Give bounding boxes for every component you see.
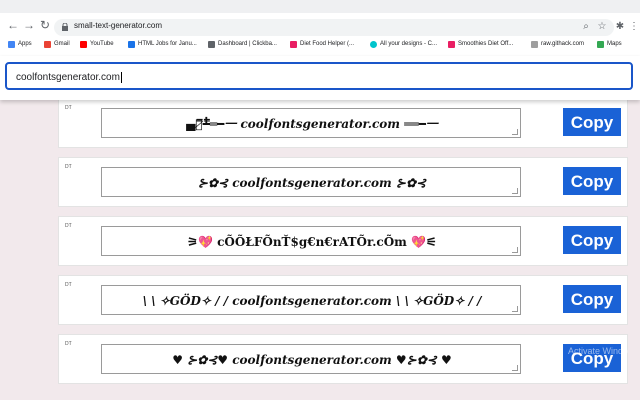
card-tag: DT: [65, 223, 72, 229]
card-tag: DT: [65, 282, 72, 288]
font-card: DT ▄︻̷̿┻̿═━一 coolfontsgenerator.com ══━一…: [58, 98, 628, 148]
resize-grip-icon[interactable]: [512, 188, 518, 194]
url-text: small-text-generator.com: [74, 21, 163, 30]
search-input-text: coolfontsgenerator.com: [16, 72, 122, 84]
forward-icon[interactable]: →: [22, 18, 36, 32]
activate-windows-watermark: Activate Windo: [568, 346, 629, 356]
resize-grip-icon[interactable]: [512, 129, 518, 135]
resize-grip-icon[interactable]: [512, 247, 518, 253]
reload-icon[interactable]: ↻: [38, 18, 52, 32]
font-card: DT \ \ ✧GÖD✧ / / coolfontsgenerator.com …: [58, 275, 628, 325]
apps-icon: [8, 40, 15, 48]
menu-icon[interactable]: ⋮: [628, 21, 640, 33]
bookmark-youtube[interactable]: YouTube: [80, 38, 114, 50]
resize-grip-icon[interactable]: [512, 365, 518, 371]
bookmark-gmail[interactable]: Gmail: [44, 38, 70, 50]
tab-strip: [0, 0, 640, 13]
fancy-text: ♥ ⊱✿⊰♥ coolfontsgenerator.com ♥⊱✿⊰ ♥: [172, 353, 452, 367]
font-textarea[interactable]: ⚞💖 cÕÕŁFÕnŤ$g€n€rATÕr.cÕm 💖⚟: [101, 226, 521, 256]
fancy-text: ⊱✿⊰ coolfontsgenerator.com ⊱✿⊰: [197, 176, 427, 190]
text-caret: [120, 72, 122, 83]
copy-button[interactable]: Copy: [563, 108, 621, 136]
omnibox-dropdown: coolfontsgenerator.com: [0, 56, 640, 100]
bookmarks-bar: Apps Gmail YouTube HTML Jobs for Janu...…: [0, 38, 640, 52]
zoom-icon[interactable]: ⌕: [580, 21, 592, 33]
font-card: DT ⊱✿⊰ coolfontsgenerator.com ⊱✿⊰ Copy: [58, 157, 628, 207]
back-icon[interactable]: ←: [6, 18, 20, 32]
copy-button[interactable]: Copy: [563, 226, 621, 254]
font-card: DT ⚞💖 cÕÕŁFÕnŤ$g€n€rATÕr.cÕm 💖⚟ Copy: [58, 216, 628, 266]
canva-icon: [370, 40, 377, 48]
address-bar[interactable]: small-text-generator.com: [54, 19, 614, 36]
lock-icon: [62, 23, 68, 31]
smoothies-icon: [448, 40, 455, 48]
fancy-text: ⚞💖 cÕÕŁFÕnŤ$g€n€rATÕr.cÕm 💖⚟: [187, 235, 437, 249]
bookmark-smoothies[interactable]: Smoothies Diet Off...: [448, 38, 513, 50]
fancy-text: ▄︻̷̿┻̿═━一 coolfontsgenerator.com ══━一: [186, 117, 438, 131]
font-textarea[interactable]: ▄︻̷̿┻̿═━一 coolfontsgenerator.com ══━一: [101, 108, 521, 138]
html-jobs-icon: [128, 40, 135, 48]
maps-icon: [597, 40, 604, 48]
bookmark-star-icon[interactable]: ☆: [596, 21, 608, 33]
diet-food-icon: [290, 40, 297, 48]
dashboard-icon: [208, 40, 215, 48]
bookmark-all-designs[interactable]: All your designs - C...: [370, 38, 437, 50]
youtube-icon: [80, 40, 87, 48]
font-textarea[interactable]: \ \ ✧GÖD✧ / / coolfontsgenerator.com \ \…: [101, 285, 521, 315]
card-tag: DT: [65, 341, 72, 347]
bookmark-diet-food[interactable]: Diet Food Helper (...: [290, 38, 354, 50]
search-input[interactable]: coolfontsgenerator.com: [5, 62, 633, 90]
bookmark-html-jobs[interactable]: HTML Jobs for Janu...: [128, 38, 197, 50]
font-textarea[interactable]: ♥ ⊱✿⊰♥ coolfontsgenerator.com ♥⊱✿⊰ ♥: [101, 344, 521, 374]
font-card: DT ♥ ⊱✿⊰♥ coolfontsgenerator.com ♥⊱✿⊰ ♥ …: [58, 334, 628, 384]
card-tag: DT: [65, 105, 72, 111]
font-textarea[interactable]: ⊱✿⊰ coolfontsgenerator.com ⊱✿⊰: [101, 167, 521, 197]
bookmark-apps[interactable]: Apps: [8, 38, 32, 50]
copy-button[interactable]: Copy: [563, 285, 621, 313]
fancy-text: \ \ ✧GÖD✧ / / coolfontsgenerator.com \ \…: [142, 294, 482, 308]
browser-chrome: ← → ↻ small-text-generator.com ⌕ ☆ ✱ ⋮ A…: [0, 0, 640, 56]
extensions-icon[interactable]: ✱: [614, 21, 626, 33]
resize-grip-icon[interactable]: [512, 306, 518, 312]
copy-button[interactable]: Copy: [563, 167, 621, 195]
bookmark-githack[interactable]: raw.githack.com: [531, 38, 584, 50]
githack-icon: [531, 40, 538, 48]
card-tag: DT: [65, 164, 72, 170]
bookmark-dashboard[interactable]: Dashboard | Clickba...: [208, 38, 277, 50]
bookmark-maps[interactable]: Maps: [597, 38, 622, 50]
gmail-icon: [44, 40, 51, 48]
